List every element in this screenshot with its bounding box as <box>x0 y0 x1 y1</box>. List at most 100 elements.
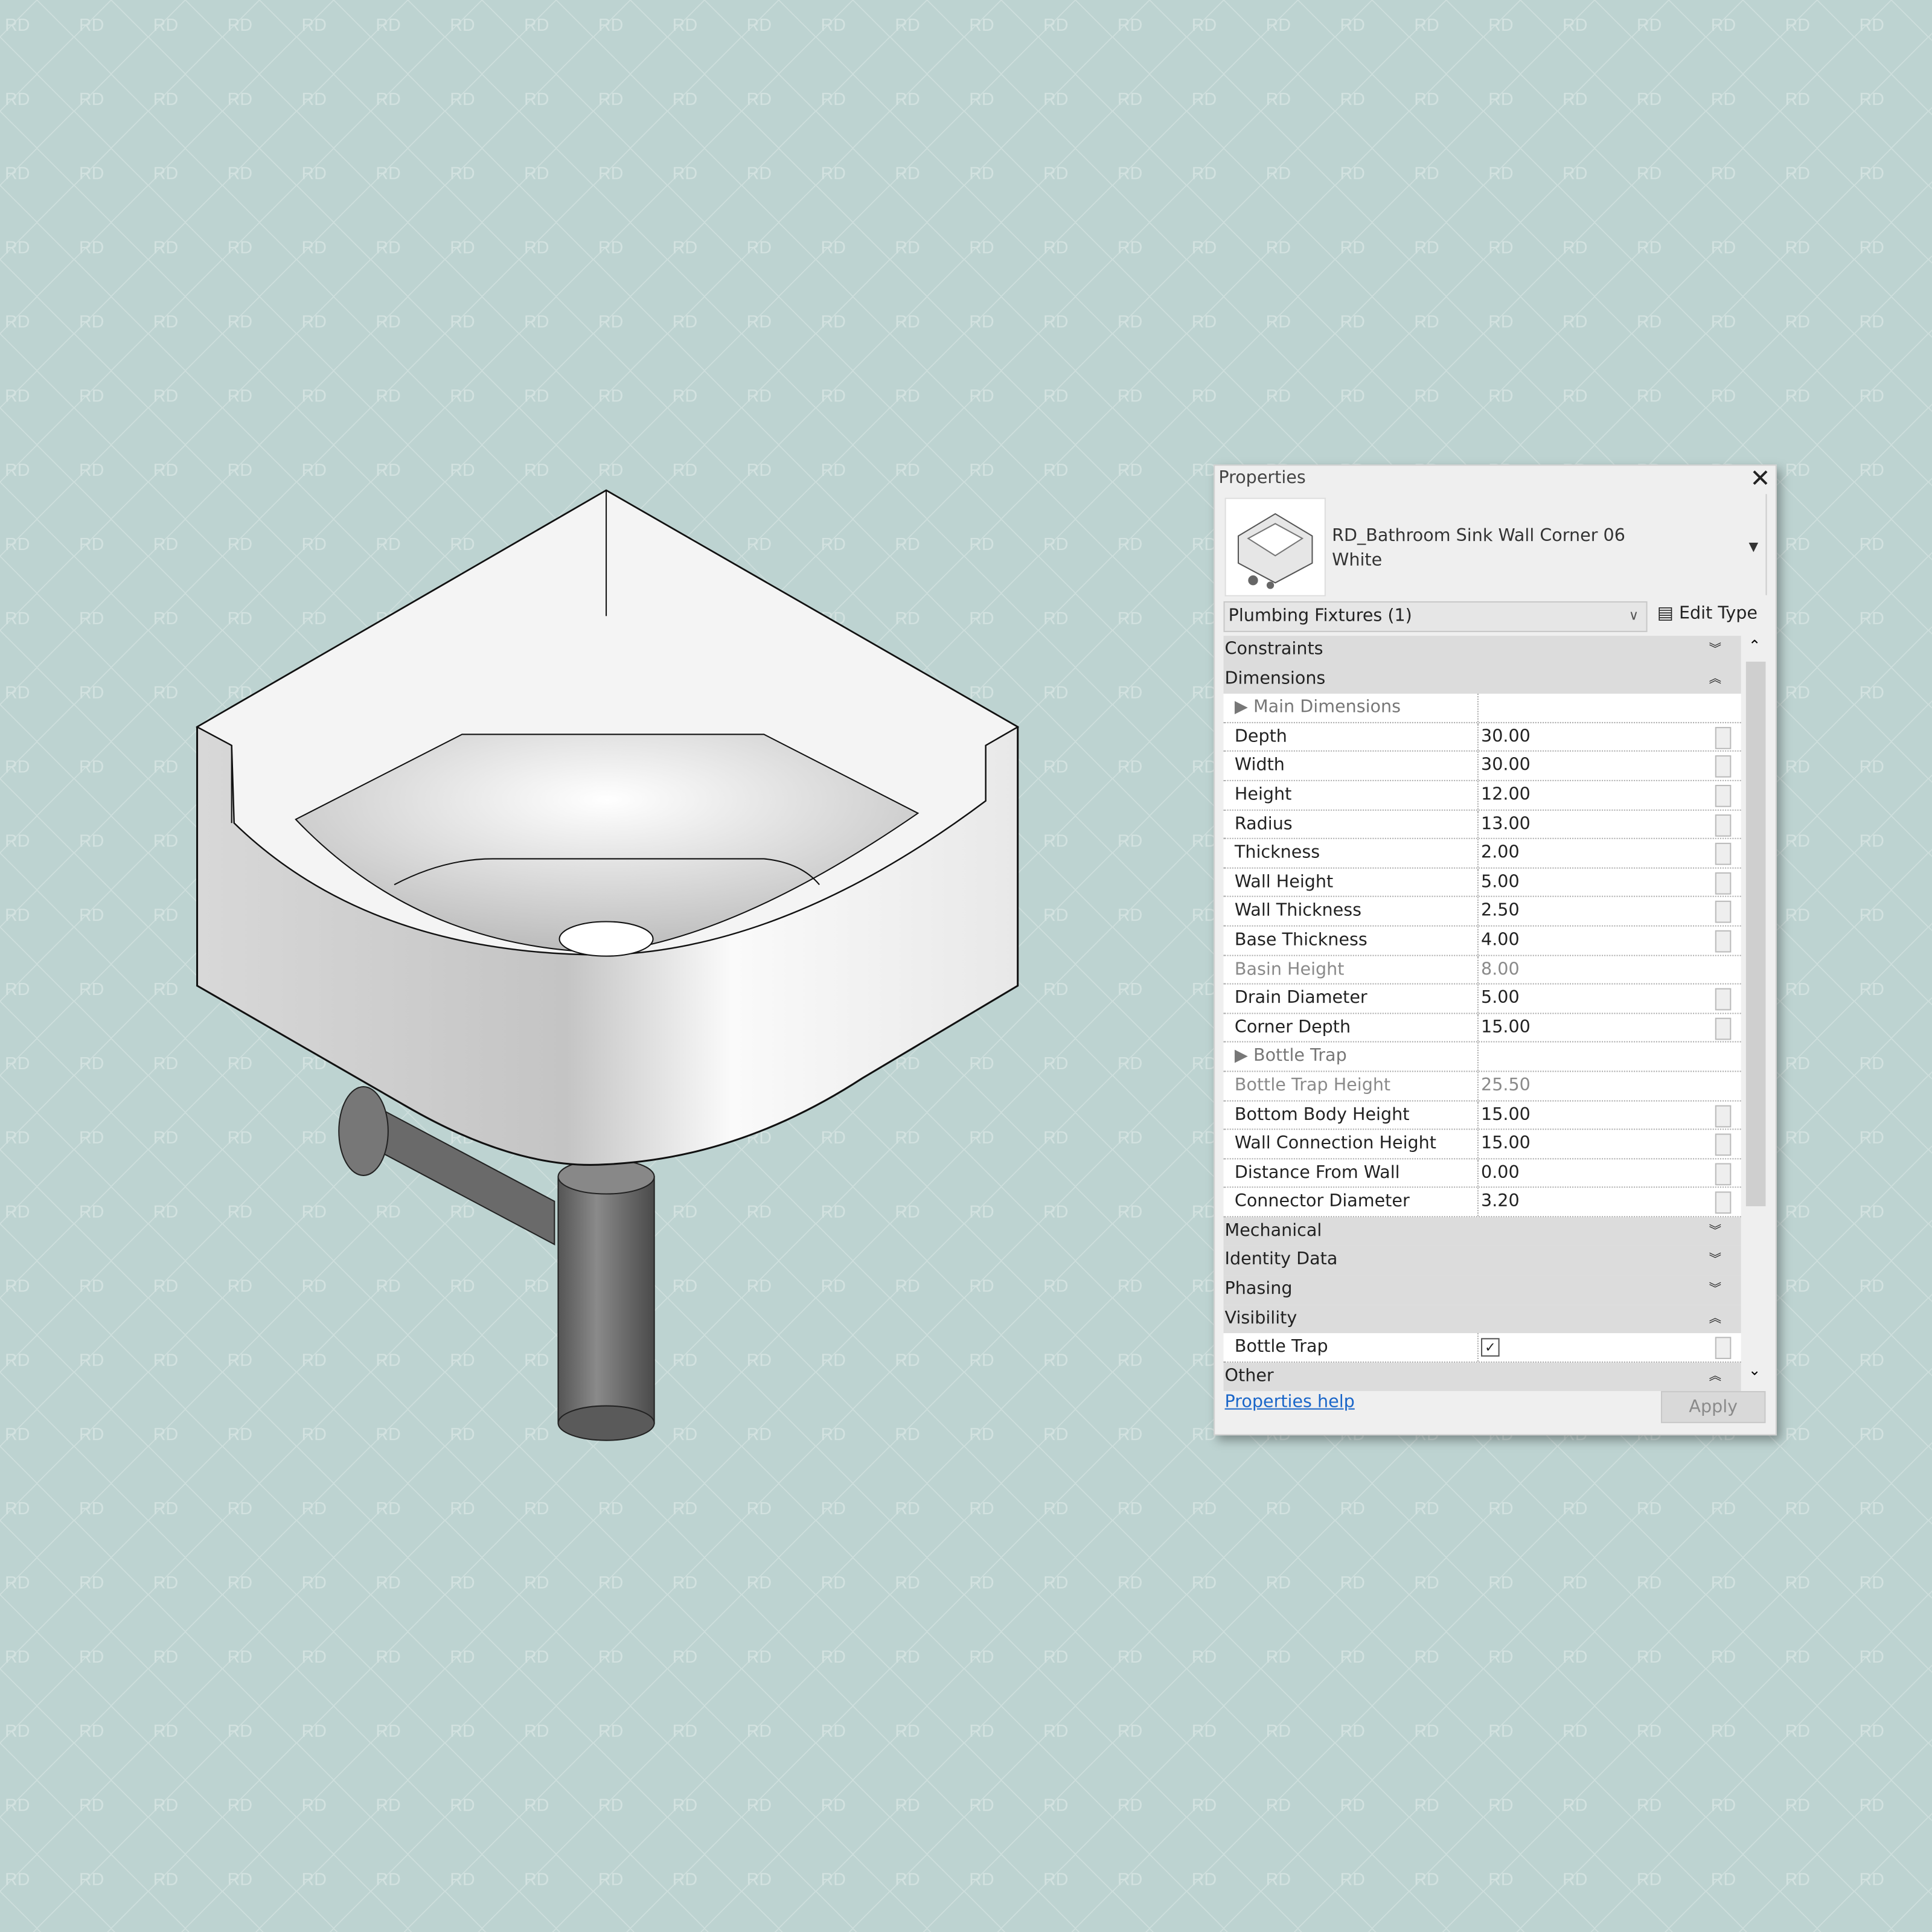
expand-icon[interactable]: ︾ <box>1709 1275 1721 1303</box>
associate-parameter-button[interactable] <box>1715 1337 1732 1360</box>
parameter-row[interactable]: Wall Height 5.00 <box>1223 868 1741 898</box>
group-header-dimensions[interactable]: Dimensions ︽ <box>1223 665 1741 694</box>
associate-parameter-button[interactable] <box>1715 784 1732 807</box>
associate-parameter-button[interactable] <box>1715 755 1732 778</box>
parameter-row[interactable]: Wall Connection Height 15.00 <box>1223 1130 1741 1159</box>
associate-parameter-button[interactable] <box>1715 872 1732 895</box>
expand-icon[interactable]: ︾ <box>1709 1246 1721 1275</box>
parameter-row[interactable]: Base Thickness 4.00 <box>1223 926 1741 956</box>
associate-parameter-button[interactable] <box>1715 930 1732 953</box>
associate-parameter-button[interactable] <box>1715 1104 1732 1127</box>
parameter-row[interactable]: Thickness 2.00 <box>1223 839 1741 869</box>
parameter-row: Bottle Trap Height 25.50 <box>1223 1072 1741 1101</box>
scroll-down-icon[interactable]: ⌄ <box>1748 1361 1761 1379</box>
group-label: Visibility <box>1224 1308 1297 1328</box>
associate-parameter-button[interactable] <box>1715 1133 1732 1156</box>
parameter-label: Radius <box>1234 814 1293 834</box>
group-header-constraints[interactable]: Constraints ︾ <box>1223 636 1741 665</box>
group-header-phasing[interactable]: Phasing ︾ <box>1223 1275 1741 1305</box>
associate-parameter-button[interactable] <box>1715 901 1732 924</box>
close-icon[interactable]: ✕ <box>1750 463 1770 493</box>
parameter-label: Connector Diameter <box>1234 1192 1410 1212</box>
parameter-value[interactable]: 2.00 <box>1477 839 1721 868</box>
parameter-label: Corner Depth <box>1234 1017 1351 1037</box>
parameter-value[interactable]: 13.00 <box>1477 810 1721 839</box>
parameter-label: Distance From Wall <box>1234 1162 1400 1183</box>
parameter-row[interactable]: Drain Diameter 5.00 <box>1223 984 1741 1014</box>
parameter-value[interactable]: 15.00 <box>1477 1014 1721 1042</box>
parameter-value[interactable]: 5.00 <box>1477 984 1721 1012</box>
parameter-label: Wall Height <box>1234 872 1334 892</box>
group-label: Constraints <box>1224 639 1323 659</box>
associate-parameter-button[interactable] <box>1715 843 1732 865</box>
parameter-label: Thickness <box>1234 843 1320 863</box>
collapse-icon[interactable]: ︽ <box>1709 665 1721 693</box>
parameter-value[interactable]: 5.00 <box>1477 868 1721 897</box>
edit-type-label: Edit Type <box>1678 603 1758 624</box>
parameter-row[interactable]: Bottom Body Height 15.00 <box>1223 1101 1741 1130</box>
group-label: Other <box>1224 1366 1274 1386</box>
subgroup-row[interactable]: ▶ Main Dimensions <box>1223 694 1741 723</box>
parameter-value[interactable]: 30.00 <box>1477 723 1721 751</box>
associate-parameter-button[interactable] <box>1715 814 1732 836</box>
type-selector[interactable]: RD_Bathroom Sink Wall Corner 06 White ▼ <box>1224 494 1767 597</box>
parameter-label: Height <box>1234 784 1292 805</box>
associate-parameter-button[interactable] <box>1715 726 1732 749</box>
parameter-value[interactable]: 0.00 <box>1477 1159 1721 1187</box>
parameter-value[interactable]: 15.00 <box>1477 1101 1721 1129</box>
parameter-row[interactable]: Wall Thickness 2.50 <box>1223 897 1741 927</box>
associate-parameter-button[interactable] <box>1715 1192 1732 1214</box>
visibility-checkbox[interactable]: ✓ <box>1481 1338 1500 1357</box>
parameter-row[interactable]: Width 30.00 <box>1223 752 1741 781</box>
parameter-row[interactable]: Radius 13.00 <box>1223 810 1741 840</box>
parameter-label: Bottom Body Height <box>1234 1104 1410 1125</box>
apply-button[interactable]: Apply <box>1660 1391 1766 1424</box>
parameter-label: Width <box>1234 755 1285 776</box>
group-header-other[interactable]: Other ︽ <box>1223 1362 1741 1392</box>
dropdown-arrow-icon[interactable]: ▼ <box>1749 541 1759 554</box>
parameter-value[interactable]: ✓ <box>1477 1333 1721 1361</box>
expand-icon[interactable]: ︾ <box>1709 1217 1721 1246</box>
scrollbar-thumb[interactable] <box>1745 661 1766 1206</box>
parameter-value[interactable]: 30.00 <box>1477 752 1721 780</box>
parameter-value[interactable]: 2.50 <box>1477 897 1721 926</box>
parameter-row[interactable]: Connector Diameter 3.20 <box>1223 1188 1741 1218</box>
parameter-label: Base Thickness <box>1234 930 1367 950</box>
group-header-mechanical[interactable]: Mechanical ︾ <box>1223 1217 1741 1247</box>
category-filter-select[interactable]: Plumbing Fixtures (1) ∨ <box>1223 601 1648 632</box>
group-header-visibility[interactable]: Visibility ︽ <box>1223 1304 1741 1334</box>
associate-parameter-button[interactable] <box>1715 1162 1732 1185</box>
group-header-identity-data[interactable]: Identity Data ︾ <box>1223 1246 1741 1276</box>
group-label: Dimensions <box>1224 668 1326 688</box>
category-value: Plumbing Fixtures (1) <box>1228 606 1412 626</box>
collapse-icon[interactable]: ︽ <box>1709 1305 1721 1333</box>
edit-type-button[interactable]: ▤ Edit Type <box>1657 604 1758 624</box>
parameter-value <box>1477 1043 1721 1071</box>
expand-triangle-icon[interactable]: ▶ <box>1235 697 1248 717</box>
parameter-value[interactable]: 15.00 <box>1477 1130 1721 1158</box>
parameter-label: Basin Height <box>1234 959 1345 979</box>
edit-type-icon: ▤ <box>1657 603 1674 624</box>
scroll-up-icon[interactable]: ⌃ <box>1748 637 1761 654</box>
group-label: Phasing <box>1224 1279 1293 1299</box>
parameter-row[interactable]: Bottle Trap ✓ <box>1223 1333 1741 1363</box>
drain <box>558 921 654 957</box>
parameter-row[interactable]: Distance From Wall 0.00 <box>1223 1159 1741 1188</box>
expand-triangle-icon[interactable]: ▶ <box>1235 1046 1248 1066</box>
collapse-icon[interactable]: ︽ <box>1709 1363 1721 1391</box>
parameter-value: 8.00 <box>1477 955 1721 984</box>
subgroup-row[interactable]: ▶ Bottle Trap <box>1223 1043 1741 1072</box>
associate-parameter-button[interactable] <box>1715 1017 1732 1040</box>
parameter-value[interactable]: 3.20 <box>1477 1188 1721 1217</box>
parameter-row[interactable]: Depth 30.00 <box>1223 723 1741 752</box>
subgroup-label: Main Dimensions <box>1253 697 1401 718</box>
parameter-row[interactable]: Corner Depth 15.00 <box>1223 1014 1741 1043</box>
parameter-value[interactable]: 4.00 <box>1477 926 1721 955</box>
parameter-row[interactable]: Height 12.00 <box>1223 781 1741 810</box>
associate-parameter-button[interactable] <box>1715 988 1732 1011</box>
properties-help-link[interactable]: Properties help <box>1225 1392 1355 1412</box>
subgroup-label: Bottle Trap <box>1253 1046 1347 1066</box>
expand-icon[interactable]: ︾ <box>1709 636 1721 664</box>
parameter-value <box>1477 694 1721 722</box>
parameter-value[interactable]: 12.00 <box>1477 781 1721 809</box>
